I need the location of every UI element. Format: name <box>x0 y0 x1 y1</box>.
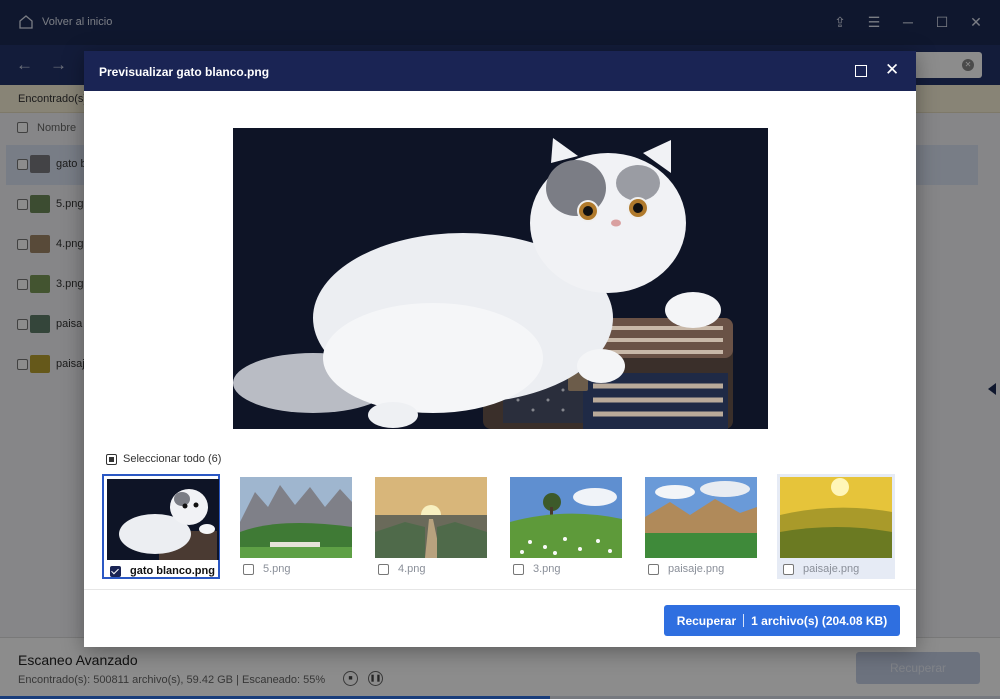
thumbnail-checkbox[interactable] <box>648 563 659 575</box>
preview-dialog: Previsualizar gato blanco.png ✕ Seleccio… <box>84 51 916 647</box>
thumbnail-card[interactable]: gato blanco.png <box>102 474 220 579</box>
thumbnail-strip: gato blanco.png 5.png 4.png 3.png paisaj… <box>102 474 898 579</box>
thumbnail-name: paisaje.png <box>668 563 725 575</box>
thumbnail-checkbox[interactable] <box>378 563 389 575</box>
mountain-thumbnail-image <box>240 477 352 558</box>
dialog-divider <box>84 589 916 590</box>
thumbnail-name: 4.png <box>398 563 426 575</box>
thumbnail-name: 5.png <box>263 563 291 575</box>
thumbnail-card[interactable]: paisaje.png <box>777 474 895 579</box>
thumbnail-card[interactable]: 5.png <box>237 474 355 579</box>
thumbnail-name: gato blanco.png <box>130 565 215 577</box>
thumbnail-image <box>107 479 219 560</box>
dialog-header: Previsualizar gato blanco.png ✕ <box>84 51 916 91</box>
thumbnail-name: paisaje.png <box>803 563 860 575</box>
thumbnail-name: 3.png <box>533 563 561 575</box>
select-all-checkbox[interactable]: Seleccionar todo (6) <box>106 453 221 465</box>
thumbnail-card[interactable]: 3.png <box>507 474 625 579</box>
thumbnail-image <box>375 477 487 558</box>
thumbnail-checkbox[interactable] <box>243 563 254 575</box>
thumbnail-image <box>780 477 892 558</box>
select-all-label: Seleccionar todo (6) <box>123 453 222 465</box>
recover-button[interactable]: Recuperar 1 archivo(s) (204.08 KB) <box>664 605 900 636</box>
recover-label: Recuperar <box>676 613 737 628</box>
cat-thumbnail-image <box>107 479 219 560</box>
white-cat-photo <box>233 128 768 429</box>
thumbnail-card[interactable]: 4.png <box>372 474 490 579</box>
thumbnail-checkbox[interactable] <box>110 565 121 577</box>
meadow-thumbnail-image <box>510 477 622 558</box>
path-thumbnail-image <box>375 477 487 558</box>
thumbnail-image <box>240 477 352 558</box>
recover-detail: 1 archivo(s) (204.08 KB) <box>751 613 888 628</box>
close-icon[interactable]: ✕ <box>885 60 899 80</box>
thumbnail-image <box>510 477 622 558</box>
thumbnail-card[interactable]: paisaje.png <box>642 474 760 579</box>
dialog-title: Previsualizar gato blanco.png <box>99 65 270 79</box>
preview-image <box>233 128 768 429</box>
select-all-checkbox-box[interactable] <box>106 453 117 465</box>
thumbnail-checkbox[interactable] <box>783 563 794 575</box>
sunset-thumbnail-image <box>780 477 892 558</box>
button-separator <box>743 614 745 627</box>
thumbnail-checkbox[interactable] <box>513 563 524 575</box>
thumbnail-image <box>645 477 757 558</box>
valley-thumbnail-image <box>645 477 757 558</box>
maximize-icon[interactable] <box>855 65 867 77</box>
